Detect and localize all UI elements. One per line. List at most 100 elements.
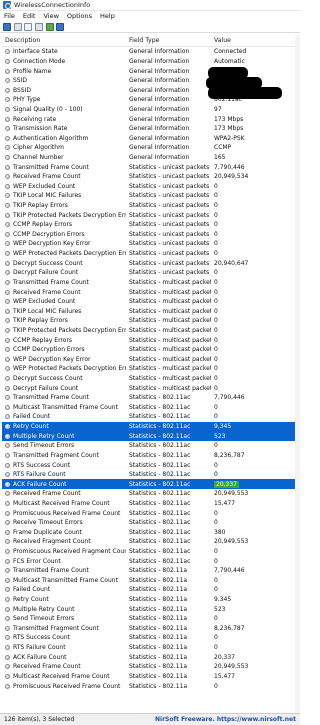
save-icon[interactable] [3,22,12,31]
column-header-field-type[interactable]: Field Type [126,37,211,44]
table-row[interactable]: WEP Protected Packets Decryption Errors S… [2,249,295,259]
table-row[interactable]: FCS Error Count Statistics - 802.11ac 0 [2,556,295,566]
table-row[interactable]: RTS Success Count Statistics - 802.11ac 0 [2,460,295,470]
table-row[interactable]: ACK Failure Count Statistics - 802.11a 20,… [2,652,295,662]
value-cell: 0 [211,346,295,353]
save-icon[interactable] [13,22,22,31]
table-row[interactable]: CCMP Replay Errors Statistics - multicast… [2,335,295,345]
table-row[interactable]: Failed Count Statistics - 802.11ac 0 [2,412,295,422]
table-row[interactable]: Multiple Retry Count Statistics - 802.11a… [2,604,295,614]
value-cell: WPA2-PSK [211,135,295,142]
value-text: 0 [214,355,218,363]
table-row[interactable]: TKIP Replay Errors Statistics - multicast… [2,316,295,326]
table-row[interactable]: Profile Name General Information [2,66,295,76]
value-text: 0 [214,230,218,238]
field-type-cell: Statistics - 802.11ac [129,451,191,459]
table-row[interactable]: Authentication Algorithm General Informat… [2,133,295,143]
table-row[interactable]: Receive Timeout Errors Statistics - 802.1… [2,518,295,528]
table-row[interactable]: WEP Decryption Key Error Statistics - uni… [2,239,295,249]
table-row[interactable]: TKIP Protected Packets Decryption Errors… [2,210,295,220]
table-row[interactable]: WEP Excluded Count Statistics - multicast… [2,297,295,307]
table-row[interactable]: Decrypt Success Count Statistics - multic… [2,374,295,384]
table-row[interactable]: Decrypt Failure Count Statistics - unicas… [2,268,295,278]
column-header-value[interactable]: Value [211,37,295,44]
value-text: 0 [214,634,218,642]
field-type-cell: Statistics - 802.11a [129,653,188,661]
nirsoft-link[interactable]: NirSoft Freeware. https://www.nirsoft.ne… [155,716,296,723]
table-row[interactable]: Receiving rate General Information 173 Mbp… [2,114,295,124]
table-row[interactable]: Transmission Rate General Information 173 … [2,124,295,134]
table-row[interactable]: CCMP Decryption Errors Statistics - unica… [2,230,295,240]
table-row[interactable]: WEP Excluded Count Statistics - unicast p… [2,182,295,192]
menu-help[interactable]: Help [100,12,115,20]
table-row[interactable]: TKIP Local MIC Failures Statistics - unic… [2,191,295,201]
description-cell: Connection Mode [2,58,126,65]
menu-options[interactable]: Options [67,12,92,20]
table-row[interactable]: Interface State General Information Connec… [2,47,295,57]
table-row[interactable]: Transmitted Frame Count Statistics - 802.… [2,393,295,403]
table-row[interactable]: Send Timeout Errors Statistics - 802.11a 0 [2,614,295,624]
table-row[interactable]: Send Timeout Errors Statistics - 802.11ac… [2,441,295,451]
description-text: Multicast Received Frame Count [13,499,110,507]
table-row[interactable]: ACK Failure Count Statistics - 802.11ac 20… [2,479,295,490]
menu-file[interactable]: File [4,12,15,20]
menu-view[interactable]: View [43,12,58,20]
table-row[interactable]: Decrypt Success Count Statistics - unicas… [2,258,295,268]
table-row[interactable]: Received Frame Count Statistics - 802.11a… [2,489,295,499]
table-row[interactable]: Received Fragment Count Statistics - 802.… [2,537,295,547]
table-row[interactable]: Multicast Transmitted Frame Count Statist… [2,576,295,586]
table-row[interactable]: CCMP Decryption Errors Statistics - multi… [2,345,295,355]
description-text: WEP Protected Packets Decryption Errors [13,250,126,258]
table-row[interactable]: Connection Mode General Information Automa… [2,57,295,67]
table-row[interactable]: Multicast Received Frame Count Statistics… [2,499,295,509]
table-row[interactable]: Promiscuous Received Frame Count Statisti… [2,681,295,691]
table-row[interactable]: TKIP Replay Errors Statistics - unicast p… [2,201,295,211]
value-text: 0 [214,644,218,652]
table-row[interactable]: RTS Failure Count Statistics - 802.11ac 0 [2,470,295,480]
about-icon[interactable] [56,22,65,31]
table-row[interactable]: TKIP Protected Packets Decryption Errors… [2,326,295,336]
table-row[interactable]: RTS Failure Count Statistics - 802.11a 0 [2,643,295,653]
table-row[interactable]: Transmitted Frame Count Statistics - 802.… [2,566,295,576]
table-row[interactable]: Received Frame Count Statistics - unicast… [2,172,295,182]
table-row[interactable]: Promiscuous Received Fragment Count Stati… [2,547,295,557]
table-row[interactable]: WEP Protected Packets Decryption Errors S… [2,364,295,374]
table-row[interactable]: Channel Number General Information 165 [2,153,295,163]
description-text: Decrypt Success Count [13,259,83,267]
value-text: 380 [214,528,226,536]
table-row[interactable]: Signal Quality (0 - 100) General Informat… [2,105,295,115]
table-row[interactable]: Cipher Algorithm General Information CCMP [2,143,295,153]
refresh-icon[interactable] [45,22,54,31]
table-row[interactable]: Received Frame Count Statistics - multica… [2,287,295,297]
table-row[interactable]: Received Frame Count Statistics - 802.11a… [2,662,295,672]
value-cell: 0 [211,365,295,372]
table-row[interactable]: TKIP Local MIC Failures Statistics - mult… [2,306,295,316]
value-text: 523 [214,605,226,613]
column-header-description[interactable]: Description [2,37,126,44]
table-row[interactable]: RTS Success Count Statistics - 802.11a 0 [2,633,295,643]
item-bullet-icon [5,414,10,420]
value-text: 15,477 [214,672,235,680]
properties-icon[interactable] [35,22,44,31]
table-row[interactable]: Transmitted Fragment Count Statistics - 8… [2,624,295,634]
table-row[interactable]: CCMP Replay Errors Statistics - unicast p… [2,220,295,230]
vertical-scrollbar[interactable] [295,35,300,713]
copy-icon[interactable] [24,22,33,31]
table-row[interactable]: Transmitted Frame Count Statistics - mult… [2,278,295,288]
value-text: 20,949,553 [214,663,249,671]
description-cell: Failed Count [2,586,126,593]
value-text: Automatic [214,57,245,65]
table-row[interactable]: Failed Count Statistics - 802.11a 0 [2,585,295,595]
table-row[interactable]: Multicast Transmitted Frame Count Statist… [2,403,295,413]
table-row[interactable]: Multiple Retry Count Statistics - 802.11a… [2,431,295,441]
table-row[interactable]: Transmitted Fragment Count Statistics - 8… [2,451,295,461]
table-row[interactable]: Transmitted Frame Count Statistics - unic… [2,162,295,172]
table-row[interactable]: Decrypt Failure Count Statistics - multic… [2,383,295,393]
table-row[interactable]: Multicast Received Frame Count Statistics… [2,672,295,682]
table-row[interactable]: Frame Duplicate Count Statistics - 802.11… [2,527,295,537]
table-row[interactable]: Promiscuous Received Frame Count Statisti… [2,508,295,518]
table-row[interactable]: Retry Count Statistics - 802.11ac 9,345 [2,421,295,432]
table-row[interactable]: Retry Count Statistics - 802.11a 9,345 [2,595,295,605]
menu-edit[interactable]: Edit [23,12,36,20]
table-row[interactable]: WEP Decryption Key Error Statistics - mul… [2,355,295,365]
